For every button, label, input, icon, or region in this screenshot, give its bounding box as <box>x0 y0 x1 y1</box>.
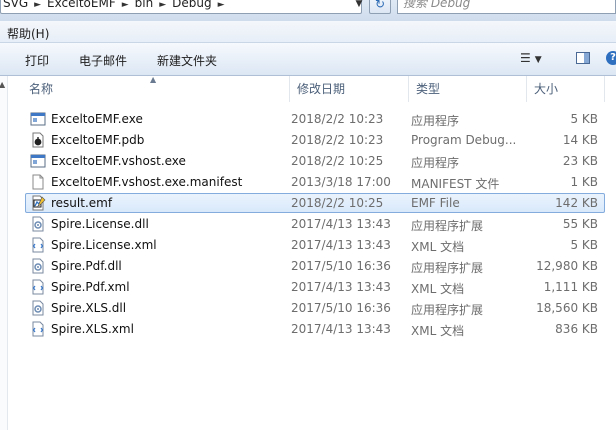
file-size: 23 KB <box>562 154 598 168</box>
command-toolbar: 打印 电子邮件 新建文件夹 ☰ ▼ ? <box>0 43 616 76</box>
file-type: 应用程序 <box>411 156 460 170</box>
file-type: 应用程序扩展 <box>411 303 484 317</box>
file-date: 2013/3/18 17:00 <box>291 175 391 189</box>
file-row[interactable]: ExceltoEMF.pdb 2018/2/2 10:23 Program Debu… <box>25 130 605 150</box>
file-date: 2018/2/2 10:23 <box>291 133 384 147</box>
file-name: ExceltoEMF.vshost.exe.manifest <box>51 175 243 189</box>
chevron-down-icon: ▼ <box>534 55 542 65</box>
menu-help[interactable]: 帮助(H) <box>7 25 49 42</box>
change-view-button[interactable]: ☰ ▼ <box>520 51 542 65</box>
file-size: 5 KB <box>570 238 598 252</box>
chevron-right-icon[interactable]: ► <box>30 0 45 13</box>
pdb-icon <box>30 132 46 148</box>
file-size: 1 KB <box>570 175 598 189</box>
file-row[interactable]: ExceltoEMF.exe 2018/2/2 10:23 应用程序 5 KB <box>25 109 605 129</box>
file-name: Spire.License.xml <box>51 238 157 252</box>
address-dropdown-icon[interactable]: ▼ <box>352 0 366 14</box>
file-type: XML 文档 <box>411 324 465 338</box>
file-size: 5 KB <box>570 112 598 126</box>
scroll-up-icon[interactable]: ▲ <box>0 80 5 89</box>
file-name: Spire.XLS.dll <box>51 301 127 315</box>
help-icon[interactable]: ? <box>606 51 616 65</box>
chevron-right-icon[interactable]: ► <box>118 0 133 13</box>
file-date: 2017/5/10 16:36 <box>291 301 391 315</box>
file-name: Spire.Pdf.xml <box>51 280 130 294</box>
print-button[interactable]: 打印 <box>25 52 49 69</box>
dll-icon <box>30 216 46 232</box>
file-name: Spire.XLS.xml <box>51 322 134 336</box>
file-size: 12,980 KB <box>536 259 598 273</box>
file-type: 应用程序 <box>411 114 460 128</box>
file-row[interactable]: ExceltoEMF.vshost.exe 2018/2/2 10:25 应用程序 2… <box>25 151 605 171</box>
file-date: 2017/4/13 13:43 <box>291 238 391 252</box>
chevron-right-icon[interactable]: ► <box>155 0 170 13</box>
file-date: 2017/4/13 13:43 <box>291 217 391 231</box>
breadcrumb[interactable]: SVG ► ExceltoEMF ► bin ► Debug ► <box>0 0 362 14</box>
xml-icon <box>30 321 46 337</box>
search-input[interactable]: 搜索 Debug <box>397 0 616 14</box>
file-type: XML 文档 <box>411 282 465 296</box>
column-header-name[interactable]: 名称 <box>22 76 290 102</box>
preview-pane-icon[interactable] <box>576 52 590 64</box>
xml-icon <box>30 279 46 295</box>
file-date: 2018/2/2 10:25 <box>291 154 384 168</box>
file-name: ExceltoEMF.pdb <box>51 133 145 147</box>
file-type: 应用程序扩展 <box>411 261 484 275</box>
file-name: ExceltoEMF.vshost.exe <box>51 154 186 168</box>
file-size: 55 KB <box>562 217 598 231</box>
dll-icon <box>30 258 46 274</box>
view-details-icon: ☰ <box>520 51 531 65</box>
exe-icon <box>30 153 46 169</box>
breadcrumb-item[interactable]: Debug <box>170 0 213 11</box>
column-header-size[interactable]: 大小 <box>527 76 605 102</box>
new-folder-button[interactable]: 新建文件夹 <box>157 52 217 69</box>
chevron-right-icon[interactable]: ► <box>214 0 229 13</box>
file-row[interactable]: Spire.XLS.dll 2017/5/10 16:36 应用程序扩展 18,560… <box>25 298 605 318</box>
column-header-type[interactable]: 类型 <box>409 76 527 102</box>
breadcrumb-item[interactable]: SVG <box>1 0 30 11</box>
file-type: XML 文档 <box>411 240 465 254</box>
file-date: 2018/2/2 10:25 <box>291 196 384 210</box>
file-date: 2017/5/10 16:36 <box>291 259 391 273</box>
file-date: 2018/2/2 10:23 <box>291 112 384 126</box>
file-name: ExceltoEMF.exe <box>51 112 143 126</box>
email-button[interactable]: 电子邮件 <box>79 52 127 69</box>
file-type: 应用程序扩展 <box>411 219 484 233</box>
file-row[interactable]: result.emf 2018/2/2 10:25 EMF File 142 KB <box>25 193 605 213</box>
column-header-date[interactable]: 修改日期 <box>290 76 409 102</box>
dll-icon <box>30 300 46 316</box>
file-name: Spire.Pdf.dll <box>51 259 122 273</box>
file-size: 18,560 KB <box>536 301 598 315</box>
file-size: 1,111 KB <box>543 280 598 294</box>
file-date: 2017/4/13 13:43 <box>291 322 391 336</box>
menu-bar: 帮助(H) <box>0 21 616 43</box>
file-row[interactable]: Spire.Pdf.xml 2017/4/13 13:43 XML 文档 1,111 … <box>25 277 605 297</box>
file-row[interactable]: Spire.XLS.xml 2017/4/13 13:43 XML 文档 836 KB <box>25 319 605 339</box>
file-name: Spire.License.dll <box>51 217 149 231</box>
file-row[interactable]: Spire.Pdf.dll 2017/5/10 16:36 应用程序扩展 12,980… <box>25 256 605 276</box>
breadcrumb-item[interactable]: bin <box>133 0 156 11</box>
file-size: 836 KB <box>555 322 598 336</box>
address-bar: SVG ► ExceltoEMF ► bin ► Debug ► ▼ ↻ 搜索 Debug <box>0 0 616 21</box>
xml-icon <box>30 237 46 253</box>
file-date: 2017/4/13 13:43 <box>291 280 391 294</box>
file-type: EMF File <box>411 196 460 210</box>
file-icon <box>30 174 46 190</box>
file-size: 14 KB <box>562 133 598 147</box>
breadcrumb-item[interactable]: ExceltoEMF <box>45 0 118 11</box>
exe-icon <box>30 111 46 127</box>
navigation-pane-edge[interactable]: ▲ <box>0 76 8 430</box>
file-row[interactable]: Spire.License.xml 2017/4/13 13:43 XML 文档 5 … <box>25 235 605 255</box>
refresh-icon[interactable]: ↻ <box>369 0 391 14</box>
file-type: MANIFEST 文件 <box>411 177 500 191</box>
file-row[interactable]: ExceltoEMF.vshost.exe.manifest 2013/3/18 … <box>25 172 605 192</box>
column-header-row: ▲ 名称 修改日期 类型 大小 <box>7 75 616 102</box>
search-placeholder: 搜索 Debug <box>403 0 471 10</box>
file-size: 142 KB <box>555 196 598 210</box>
file-type: Program Debug... <box>411 133 517 147</box>
emf-icon <box>30 195 46 211</box>
file-name: result.emf <box>51 196 113 210</box>
file-row[interactable]: Spire.License.dll 2017/4/13 13:43 应用程序扩展 55… <box>25 214 605 234</box>
